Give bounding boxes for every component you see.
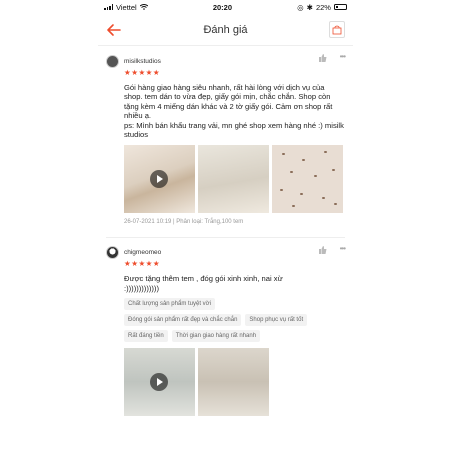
- review-photo[interactable]: [272, 145, 343, 214]
- avatar[interactable]: [106, 54, 119, 68]
- review-tag: Rất đáng tiền: [124, 330, 168, 343]
- back-arrow-icon[interactable]: [106, 22, 122, 38]
- like-icon[interactable]: [319, 246, 327, 255]
- more-icon[interactable]: •••: [340, 244, 346, 253]
- review-media: [124, 145, 345, 214]
- page-title: Đánh giá: [203, 23, 248, 36]
- avatar[interactable]: [106, 245, 119, 259]
- review-video-thumbnail[interactable]: [124, 145, 195, 214]
- wifi-icon: [139, 3, 149, 12]
- carrier-label: Viettel: [116, 2, 137, 12]
- review-text: Được tặng thêm tem , đóg gói xinh xinh, …: [124, 274, 283, 293]
- review-media: [124, 348, 345, 417]
- bluetooth-icon: ✱: [306, 2, 313, 12]
- review-text: Gói hàng giao hàng siêu nhanh, rất hài l…: [124, 83, 344, 140]
- clock: 20:20: [212, 2, 233, 12]
- location-icon: ◎: [297, 2, 304, 12]
- rating-stars: ★★★★★: [124, 68, 161, 77]
- review-tag: Thời gian giao hàng rất nhanh: [171, 330, 261, 343]
- review-tags: Chất lượng sản phẩm tuyệt vời Đóng gói s…: [124, 298, 324, 343]
- username[interactable]: chigmeomeo: [124, 249, 161, 256]
- page-header: Đánh giá: [98, 14, 353, 46]
- battery-percent: 22%: [315, 2, 331, 12]
- status-bar: Viettel 20:20 ◎ ✱ 22%: [98, 0, 353, 14]
- review-video-thumbnail[interactable]: [124, 348, 195, 417]
- review-screen: Viettel 20:20 ◎ ✱ 22% Đánh giá misilkstu…: [98, 0, 353, 450]
- username[interactable]: misilkstudios: [124, 58, 161, 65]
- play-icon[interactable]: [150, 373, 168, 392]
- more-icon[interactable]: •••: [340, 52, 346, 61]
- review-photo[interactable]: [198, 348, 269, 417]
- review-meta: 26-07-2021 10:19 | Phân loại: Trắng,100 …: [124, 219, 244, 226]
- review-item: chigmeomeo ••• ★★★★★ Được tặng thêm tem …: [98, 238, 353, 417]
- review-tag: Đóng gói sản phẩm rất đẹp và chắc chắn: [124, 314, 242, 327]
- cart-icon[interactable]: [329, 21, 345, 38]
- review-tag: Shop phục vụ rất tốt: [245, 314, 308, 327]
- rating-stars: ★★★★★: [124, 259, 161, 269]
- review-photo[interactable]: [198, 145, 269, 214]
- review-item: misilkstudios ••• ★★★★★ Gói hàng giao hà…: [98, 46, 353, 239]
- signal-icon: [104, 4, 113, 10]
- battery-icon: [333, 4, 347, 10]
- review-tag: Chất lượng sản phẩm tuyệt vời: [124, 298, 215, 311]
- like-icon[interactable]: [319, 54, 327, 62]
- play-icon[interactable]: [150, 170, 168, 189]
